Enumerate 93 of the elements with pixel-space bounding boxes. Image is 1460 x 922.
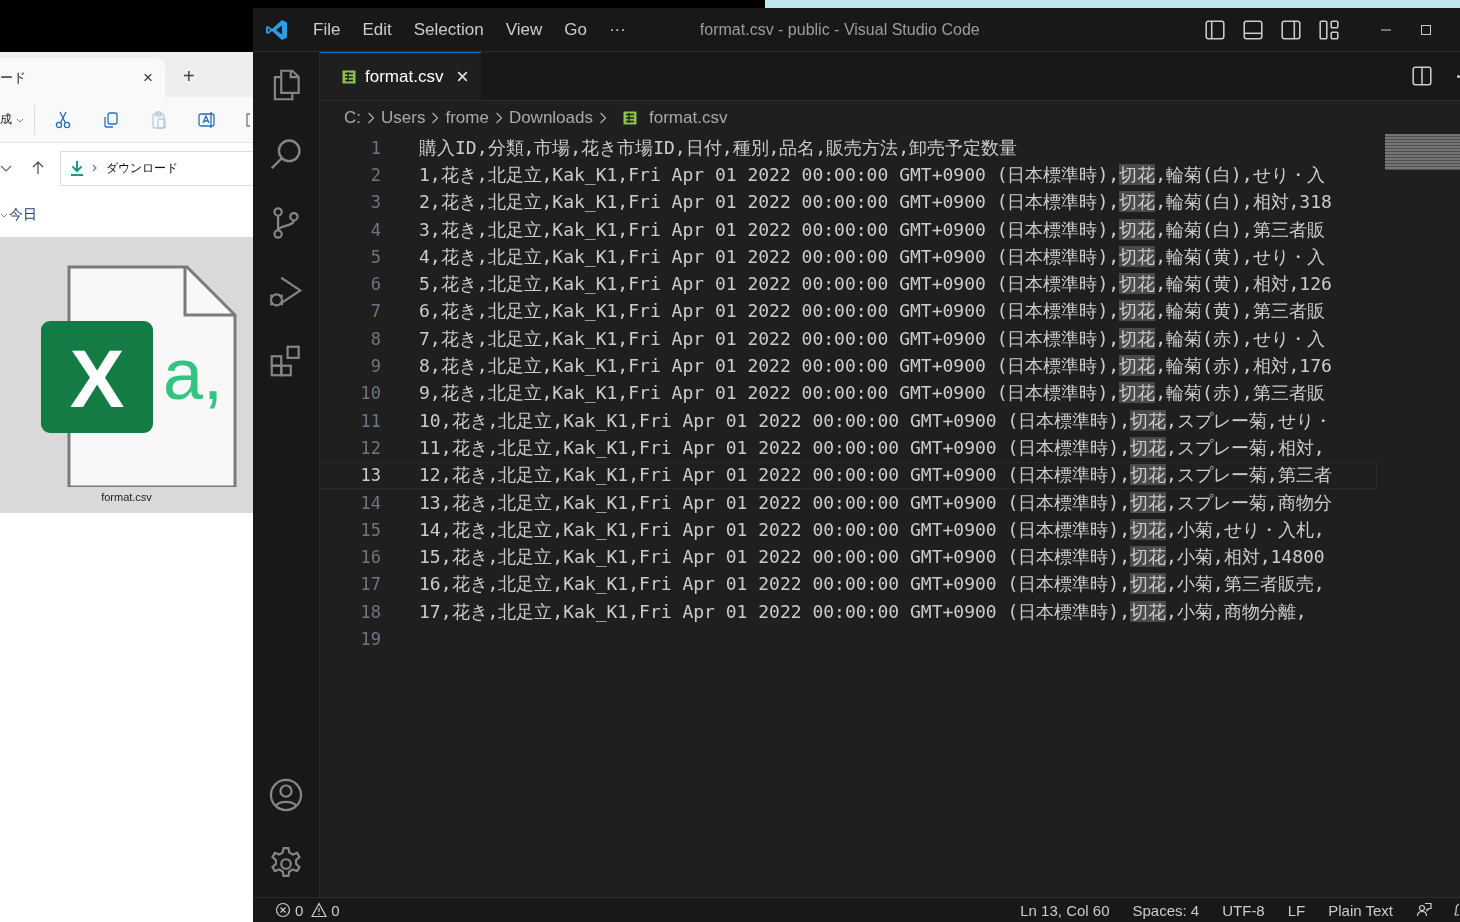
line-number: 15: [359, 519, 381, 540]
editor-tab[interactable]: format.csv: [320, 52, 482, 100]
line-number: 3: [369, 192, 381, 213]
line-number: 8: [369, 328, 381, 349]
line-number: 6: [369, 274, 381, 295]
feedback-icon[interactable]: [1416, 902, 1432, 918]
code-line: 17,花き,北足立,Kak_K1,Fri Apr 01 2022 00:00:00 GMT+0900 (日本標準時),切花,小菊,商物分離,: [419, 599, 1307, 624]
line-number: 16: [359, 547, 381, 568]
cut-icon[interactable]: [53, 109, 73, 130]
file-tile[interactable]: X a, format.csv: [0, 237, 253, 513]
new-menu-button[interactable]: 成: [0, 111, 12, 128]
code-line: 5,花き,北足立,Kak_K1,Fri Apr 01 2022 00:00:00 GMT+0900 (日本標準時),切花,輪菊(黄),相対,126: [419, 272, 1332, 297]
tab-title: ード: [0, 68, 26, 87]
warning-count[interactable]: 0: [331, 901, 340, 919]
line-number: 12: [359, 437, 381, 458]
code-line: 12,花き,北足立,Kak_K1,Fri Apr 01 2022 00:00:00 GMT+0900 (日本標準時),切花,スプレー菊,第三者: [419, 463, 1332, 488]
menu-item[interactable]: File: [313, 19, 341, 40]
line-number: 4: [369, 219, 381, 240]
download-icon: [70, 160, 84, 176]
more-actions-icon[interactable]: [1457, 74, 1460, 78]
chevron-right-icon: [367, 111, 375, 124]
window-title: format.csv - public - Visual Studio Code: [699, 20, 980, 39]
line-number: 2: [369, 164, 381, 185]
code-line: 14,花き,北足立,Kak_K1,Fri Apr 01 2022 00:00:00 GMT+0900 (日本標準時),切花,小菊,せり・入札,: [419, 517, 1325, 542]
line-number: 13: [359, 465, 381, 486]
account-icon[interactable]: [267, 776, 305, 814]
chevron-right-icon: [494, 111, 503, 124]
code-line: 13,花き,北足立,Kak_K1,Fri Apr 01 2022 00:00:00 GMT+0900 (日本標準時),切花,スプレー菊,商物分: [419, 490, 1332, 515]
menu-item[interactable]: Edit: [362, 19, 392, 40]
chevron-right-icon: [599, 111, 607, 124]
status-item[interactable]: Ln 13, Col 60: [1020, 901, 1110, 919]
panel-layout-icon[interactable]: [1242, 18, 1264, 41]
menu-item[interactable]: View: [505, 19, 543, 40]
close-button[interactable]: ×: [143, 67, 153, 88]
split-editor-icon[interactable]: [1411, 65, 1433, 87]
code-line: 16,花き,北足立,Kak_K1,Fri Apr 01 2022 00:00:00 GMT+0900 (日本標準時),切花,小菊,第三者販売,: [419, 572, 1325, 597]
code-line: 8,花き,北足立,Kak_K1,Fri Apr 01 2022 00:00:00 GMT+0900 (日本標準時),切花,輪菊(赤),相対,176: [419, 354, 1332, 378]
code-line: 1,花き,北足立,Kak_K1,Fri Apr 01 2022 00:00:00 GMT+0900 (日本標準時),切花,輪菊(白),せり・入: [419, 162, 1325, 187]
code-line: 購入ID,分類,市場,花き市場ID,日付,種別,品名,販売方法,卸売予定数量: [419, 135, 1018, 160]
chevron-right-icon: [92, 164, 98, 172]
explorer-tab[interactable]: ード ×: [0, 58, 165, 97]
menu-item[interactable]: Selection: [413, 19, 484, 40]
code-line: 7,花き,北足立,Kak_K1,Fri Apr 01 2022 00:00:00 GMT+0900 (日本標準時),切花,輪菊(赤),せり・入: [419, 326, 1325, 351]
sidebar-layout-icon[interactable]: [1204, 18, 1226, 41]
copy-icon[interactable]: [101, 109, 121, 130]
maximize-icon[interactable]: [1420, 23, 1432, 36]
status-item[interactable]: Plain Text: [1328, 901, 1393, 919]
code-line: 2,花き,北足立,Kak_K1,Fri Apr 01 2022 00:00:00 GMT+0900 (日本標準時),切花,輪菊(白),相対,318: [419, 190, 1332, 215]
table-file-icon: [623, 110, 637, 125]
code-line: 9,花き,北足立,Kak_K1,Fri Apr 01 2022 00:00:00 GMT+0900 (日本標準時),切花,輪菊(赤),第三者販: [419, 381, 1325, 406]
menu-item[interactable]: ···: [608, 19, 626, 40]
new-tab-button[interactable]: +: [183, 65, 195, 88]
address-path: ダウンロード: [106, 159, 178, 177]
menu-item[interactable]: Go: [564, 19, 587, 40]
group-header: 今日: [9, 206, 37, 224]
app-logo-icon: [265, 17, 289, 42]
breadcrumb-item[interactable]: frome: [445, 107, 489, 128]
code-line: 10,花き,北足立,Kak_K1,Fri Apr 01 2022 00:00:00 GMT+0900 (日本標準時),切花,スプレー菊,せり・: [419, 408, 1332, 433]
line-number: 11: [359, 410, 381, 431]
line-number: 10: [359, 383, 381, 404]
error-icon: [275, 902, 291, 918]
line-number: 17: [359, 574, 381, 595]
code-line: 15,花き,北足立,Kak_K1,Fri Apr 01 2022 00:00:00 GMT+0900 (日本標準時),切花,小菊,相対,14800: [419, 545, 1325, 570]
status-item[interactable]: UTF-8: [1222, 901, 1265, 919]
line-number: 9: [369, 356, 381, 376]
line-number: 18: [359, 601, 381, 622]
code-line: 11,花き,北足立,Kak_K1,Fri Apr 01 2022 00:00:00 GMT+0900 (日本標準時),切花,スプレー菊,相対,: [419, 435, 1325, 460]
address-bar[interactable]: ダウンロード: [60, 150, 253, 186]
error-count[interactable]: 0: [295, 901, 304, 919]
breadcrumb-item[interactable]: format.csv: [649, 107, 728, 128]
code-line: 6,花き,北足立,Kak_K1,Fri Apr 01 2022 00:00:00 GMT+0900 (日本標準時),切花,輪菊(黄),第三者販: [419, 299, 1325, 324]
status-item[interactable]: LF: [1287, 901, 1306, 919]
code-line: 4,花き,北足立,Kak_K1,Fri Apr 01 2022 00:00:00 GMT+0900 (日本標準時),切花,輪菊(黄),せり・入: [419, 244, 1325, 269]
layout-grid-icon[interactable]: [1318, 18, 1340, 41]
chevron-right-icon: [431, 111, 440, 124]
line-number: 14: [359, 492, 381, 513]
line-number: 5: [369, 246, 381, 267]
table-file-icon: [342, 69, 356, 84]
line-number: 1: [369, 137, 381, 158]
rename-icon[interactable]: [197, 109, 217, 130]
breadcrumb-item[interactable]: Users: [381, 107, 426, 128]
secondary-sidebar-icon[interactable]: [1280, 18, 1302, 41]
close-icon[interactable]: [456, 70, 470, 83]
chevron-down-icon[interactable]: [0, 211, 8, 219]
file-name: format.csv: [101, 491, 152, 503]
line-number: 19: [359, 629, 381, 649]
status-item[interactable]: Spaces: 4: [1132, 901, 1200, 919]
up-arrow-icon[interactable]: [32, 161, 44, 175]
breadcrumb-item[interactable]: C:: [344, 107, 361, 128]
warning-icon: [311, 902, 328, 918]
breadcrumb-item[interactable]: Downloads: [508, 107, 593, 128]
line-number: 7: [369, 301, 381, 322]
code-line: 3,花き,北足立,Kak_K1,Fri Apr 01 2022 00:00:00 GMT+0900 (日本標準時),切花,輪菊(白),第三者販: [419, 217, 1325, 242]
